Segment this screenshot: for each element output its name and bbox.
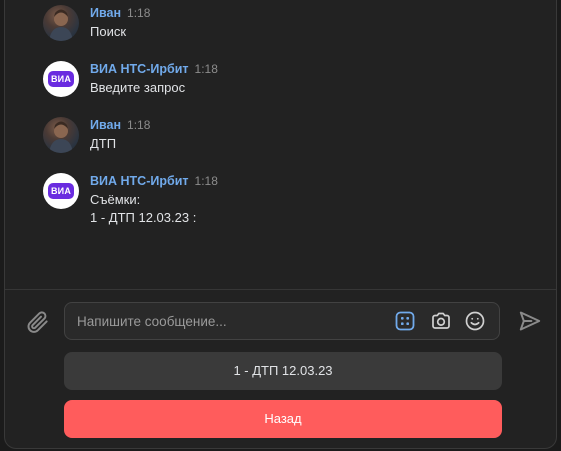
message-item: Иван 1:18 Поиск: [43, 5, 523, 41]
bot-logo: ВИА: [48, 71, 74, 87]
composer-divider: [5, 289, 556, 290]
author-name[interactable]: ВИА НТС-Ирбит: [90, 174, 189, 188]
message-text: Съёмки: 1 - ДТП 12.03.23 :: [90, 192, 197, 225]
message-header: Иван 1:18: [90, 116, 150, 134]
author-name[interactable]: Иван: [90, 6, 121, 20]
message-time: 1:18: [127, 6, 151, 20]
keyboard-icon: [395, 311, 415, 331]
message-item: Иван 1:18 ДТП: [43, 117, 523, 153]
bot-avatar[interactable]: ВИА: [43, 61, 79, 97]
keyboard-toggle-button[interactable]: [394, 310, 416, 332]
message-time: 1:18: [194, 174, 218, 188]
emoji-button[interactable]: [464, 310, 486, 332]
emoji-icon: [465, 311, 485, 331]
user-avatar[interactable]: [43, 117, 79, 153]
message-header: ВИА НТС-Ирбит 1:18: [90, 60, 218, 78]
message-item: ВИА ВИА НТС-Ирбит 1:18 Съёмки: 1 - ДТП 12…: [43, 173, 523, 229]
camera-button[interactable]: [430, 310, 452, 332]
keyboard-button-option[interactable]: 1 - ДТП 12.03.23: [64, 352, 502, 390]
bot-avatar[interactable]: ВИА: [43, 173, 79, 209]
author-name[interactable]: ВИА НТС-Ирбит: [90, 62, 189, 76]
send-button[interactable]: [517, 308, 543, 334]
message-text: Поиск: [90, 24, 127, 39]
bot-logo: ВИА: [48, 183, 74, 199]
message-header: ВИА НТС-Ирбит 1:18: [90, 172, 218, 190]
chat-window: Иван 1:18 Поиск ВИА ВИА НТС-Ирбит 1:18 Вве…: [4, 0, 557, 449]
message-input[interactable]: [77, 303, 377, 339]
message-header: Иван 1:18: [90, 4, 150, 22]
camera-icon: [432, 312, 450, 329]
author-name[interactable]: Иван: [90, 118, 121, 132]
message-text: ДТП: [90, 136, 117, 151]
paperclip-icon: [27, 311, 48, 333]
attach-button[interactable]: [25, 309, 51, 335]
message-history: Иван 1:18 Поиск ВИА ВИА НТС-Ирбит 1:18 Вве…: [5, 0, 556, 289]
message-item: ВИА ВИА НТС-Ирбит 1:18 Введите запрос: [43, 61, 523, 97]
message-time: 1:18: [194, 62, 218, 76]
user-avatar[interactable]: [43, 5, 79, 41]
message-text: Введите запрос: [90, 80, 186, 95]
send-icon: [519, 311, 541, 331]
message-composer: [64, 302, 500, 340]
message-time: 1:18: [127, 118, 151, 132]
back-button[interactable]: Назад: [64, 400, 502, 438]
